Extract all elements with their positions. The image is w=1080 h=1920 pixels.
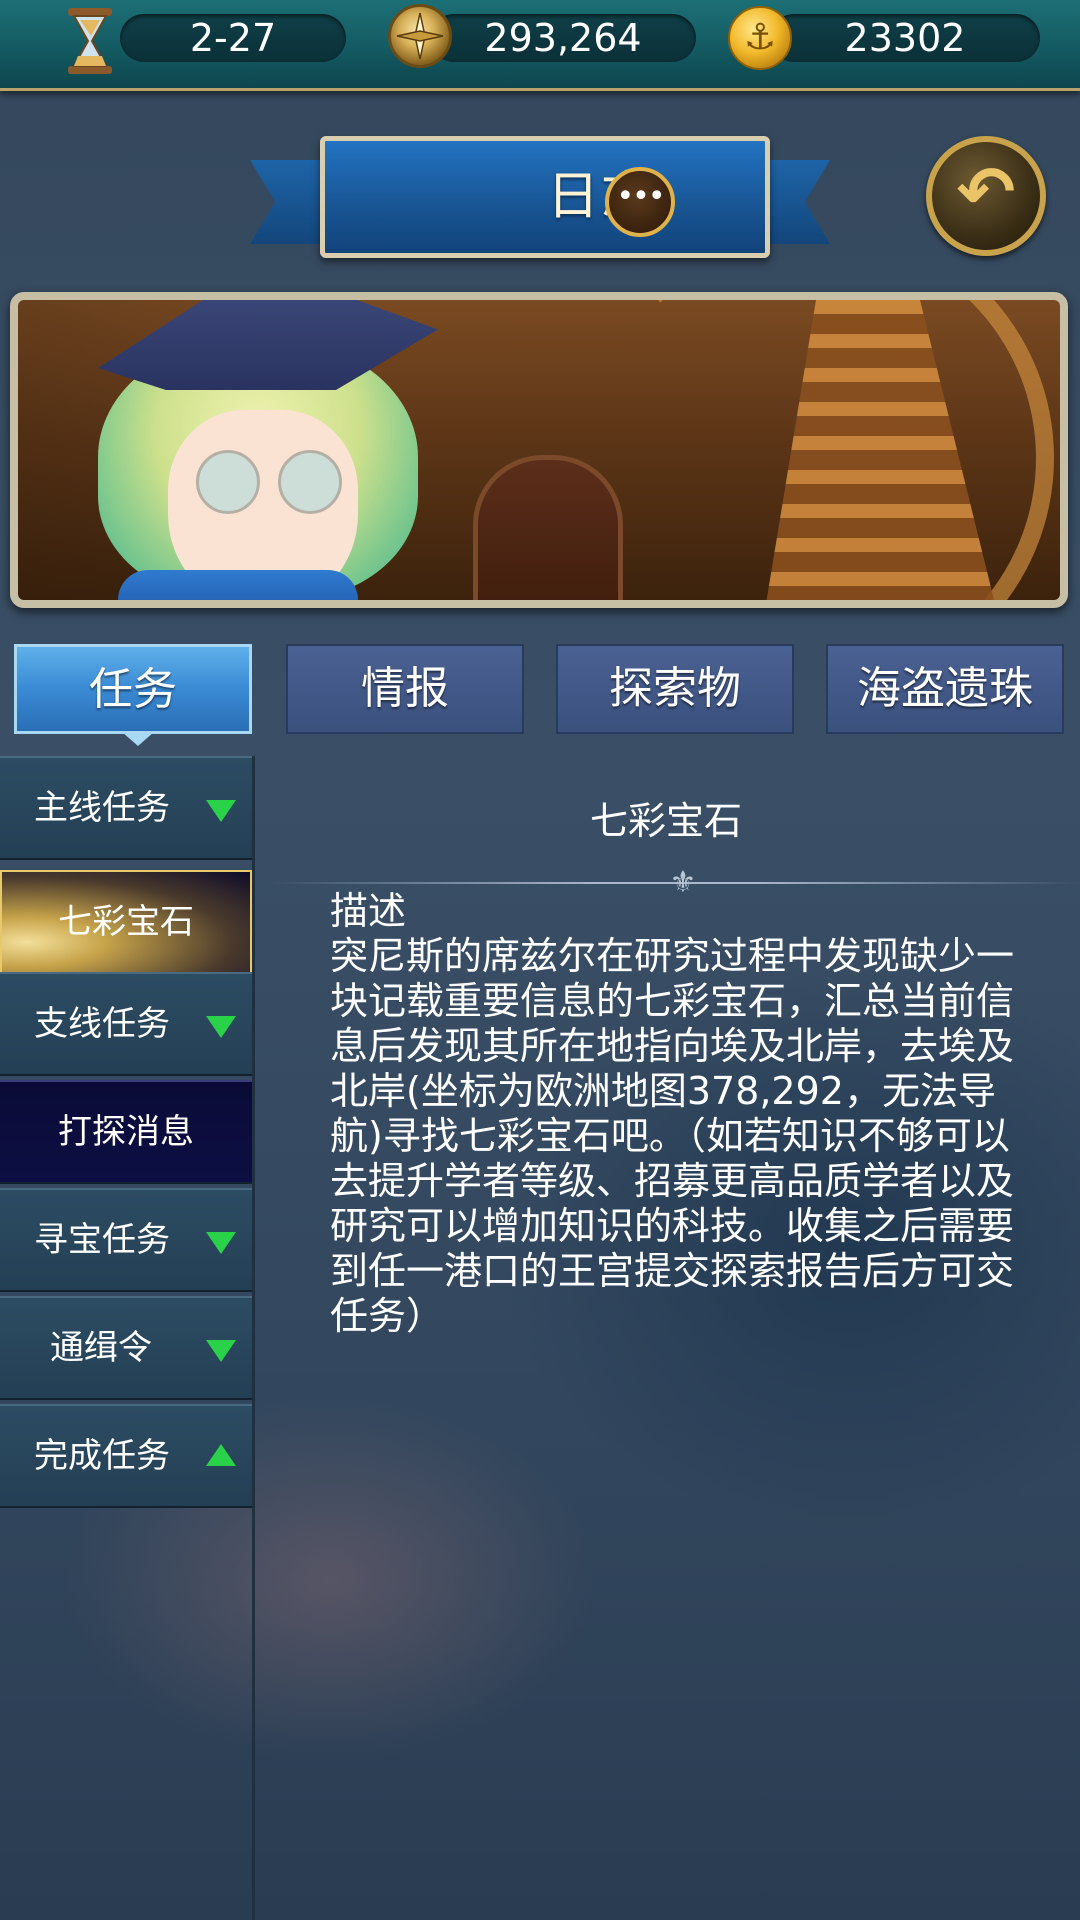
sidebar-item-label: 完成任务 [34, 1436, 170, 1476]
tab-pirate-treasure[interactable]: 海盗遗珠 [826, 644, 1064, 734]
quest-description: 突尼斯的席兹尔在研究过程中发现缺少一块记载重要信息的七彩宝石，汇总当前信息后发现… [330, 934, 1015, 1338]
sidebar-item-side-quests[interactable]: 支线任务 [0, 972, 252, 1076]
title-banner: 日志 ••• [320, 136, 770, 258]
ornament-icon: ⚜ [669, 865, 697, 900]
character-portrait-panel [10, 292, 1068, 608]
compass-value: 293,264 [484, 16, 642, 60]
expand-arrow-icon [206, 1016, 236, 1038]
character-cloak [118, 570, 358, 600]
quest-category-sidebar: 主线任务 七彩宝石 支线任务 打探消息 寻宝任务 通缉令 完成任务 [0, 756, 255, 1920]
sidebar-item-label: 寻宝任务 [34, 1220, 170, 1260]
collapse-arrow-icon [206, 1444, 236, 1466]
sidebar-item-wanted[interactable]: 通缉令 [0, 1296, 252, 1400]
coin-value: 23302 [844, 16, 966, 60]
tab-tasks[interactable]: 任务 [14, 644, 252, 734]
expand-arrow-icon [206, 1232, 236, 1254]
sidebar-item-label: 支线任务 [34, 1004, 170, 1044]
back-arrow-icon: ↶ [956, 151, 1016, 233]
tab-exploration[interactable]: 探索物 [556, 644, 794, 734]
sidebar-item-main-quests[interactable]: 主线任务 [0, 756, 252, 860]
active-tab-caret [122, 732, 154, 746]
sidebar-item-label: 七彩宝石 [58, 902, 194, 942]
expand-arrow-icon [206, 800, 236, 822]
sidebar-item-completed[interactable]: 完成任务 [0, 1404, 252, 1508]
sidebar-item-rainbow-gem[interactable]: 七彩宝石 [0, 870, 252, 974]
coin-display[interactable]: 23302 [770, 14, 1040, 62]
back-button[interactable]: ↶ [926, 136, 1046, 256]
character-hat [98, 300, 438, 390]
anchor-coin-icon: ⚓ [728, 6, 792, 70]
sidebar-item-treasure-quests[interactable]: 寻宝任务 [0, 1188, 252, 1292]
date-value: 2-27 [189, 16, 277, 60]
glasses-right [278, 450, 342, 514]
resource-bar: 2-27 293,264 23302 ⚓ [0, 0, 1080, 91]
sidebar-item-label: 主线任务 [34, 788, 170, 828]
description-label: 描述 [330, 889, 407, 933]
expand-arrow-icon [206, 1340, 236, 1362]
date-display: 2-27 [120, 14, 346, 62]
hourglass-icon [58, 6, 122, 74]
sidebar-item-scouting[interactable]: 打探消息 [0, 1080, 252, 1184]
compass-icon [388, 4, 452, 68]
quest-title: 七彩宝石 [589, 799, 742, 843]
compass-display: 293,264 [430, 14, 696, 62]
tab-intel[interactable]: 情报 [286, 644, 524, 734]
sidebar-item-label: 通缉令 [50, 1328, 152, 1368]
glasses-left [196, 450, 260, 514]
scene-door [473, 455, 623, 600]
sidebar-item-label: 打探消息 [58, 1112, 194, 1152]
chat-bubble-icon[interactable]: ••• [605, 167, 675, 237]
